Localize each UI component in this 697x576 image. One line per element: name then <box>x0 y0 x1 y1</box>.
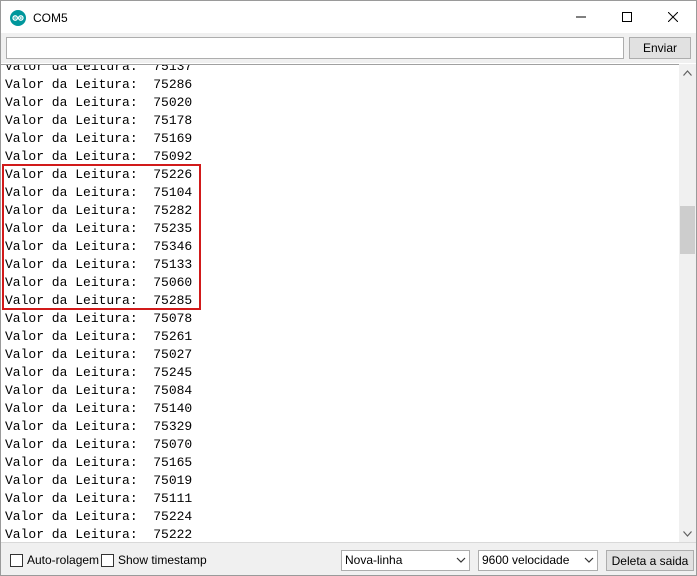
window-title: COM5 <box>33 11 68 25</box>
output-line: Valor da Leitura: 75224 <box>5 509 193 524</box>
clear-output-button[interactable]: Deleta a saida <box>606 550 694 571</box>
autoscroll-checkbox[interactable] <box>10 553 23 567</box>
line-ending-select[interactable]: Nova-linha <box>341 550 470 571</box>
scroll-thumb[interactable] <box>680 206 695 254</box>
maximize-icon <box>622 12 632 22</box>
chevron-up-icon <box>683 69 692 76</box>
vertical-scrollbar[interactable] <box>679 64 696 542</box>
output-line: Valor da Leitura: 75104 <box>5 185 193 200</box>
baud-rate-value: 9600 velocidade <box>482 553 570 567</box>
maximize-button[interactable] <box>604 1 650 33</box>
chevron-down-icon <box>584 557 594 563</box>
output-line: Valor da Leitura: 75346 <box>5 239 193 254</box>
output-line: Valor da Leitura: 75329 <box>5 419 193 434</box>
output-line: Valor da Leitura: 75092 <box>5 149 193 164</box>
output-line: Valor da Leitura: 75285 <box>5 293 193 308</box>
output-line: Valor da Leitura: 75027 <box>5 347 193 362</box>
output-line: Valor da Leitura: 75222 <box>5 527 193 542</box>
output-line: Valor da Leitura: 75140 <box>5 401 193 416</box>
output-line: Valor da Leitura: 75226 <box>5 167 193 182</box>
output-line: Valor da Leitura: 75261 <box>5 329 193 344</box>
timestamp-label: Show timestamp <box>118 553 207 567</box>
autoscroll-toggle[interactable]: Auto-rolagem <box>10 552 99 568</box>
close-icon <box>668 12 678 22</box>
output-lines: Valor da Leitura: 75137 Valor da Leitura:… <box>5 64 193 542</box>
output-line: Valor da Leitura: 75020 <box>5 95 193 110</box>
send-button[interactable]: Enviar <box>629 37 691 59</box>
minimize-button[interactable] <box>558 1 604 33</box>
arduino-icon <box>10 10 26 26</box>
close-button[interactable] <box>650 1 696 33</box>
output-line: Valor da Leitura: 75019 <box>5 473 193 488</box>
send-bar: Enviar <box>1 33 696 63</box>
serial-output[interactable]: Valor da Leitura: 75137 Valor da Leitura:… <box>1 64 679 542</box>
output-line: Valor da Leitura: 75286 <box>5 77 193 92</box>
output-line: Valor da Leitura: 75070 <box>5 437 193 452</box>
output-line: Valor da Leitura: 75137 <box>5 64 193 74</box>
chevron-down-icon <box>456 557 466 563</box>
output-line: Valor da Leitura: 75245 <box>5 365 193 380</box>
output-line: Valor da Leitura: 75165 <box>5 455 193 470</box>
output-line: Valor da Leitura: 75282 <box>5 203 193 218</box>
output-line: Valor da Leitura: 75078 <box>5 311 193 326</box>
output-line: Valor da Leitura: 75111 <box>5 491 193 506</box>
serial-monitor-window: COM5 Enviar Valor da Leitura: 75137 Valor… <box>0 0 697 576</box>
minimize-icon <box>576 16 586 18</box>
output-line: Valor da Leitura: 75084 <box>5 383 193 398</box>
output-line: Valor da Leitura: 75133 <box>5 257 193 272</box>
output-line: Valor da Leitura: 75060 <box>5 275 193 290</box>
chevron-down-icon <box>683 530 692 537</box>
baud-rate-select[interactable]: 9600 velocidade <box>478 550 598 571</box>
send-input[interactable] <box>6 37 624 59</box>
bottom-bar: Auto-rolagem Show timestamp Nova-linha 9… <box>1 542 696 575</box>
scroll-down-button[interactable] <box>679 525 696 542</box>
autoscroll-label: Auto-rolagem <box>27 553 100 567</box>
timestamp-checkbox[interactable] <box>101 553 114 567</box>
output-line: Valor da Leitura: 75235 <box>5 221 193 236</box>
line-ending-value: Nova-linha <box>345 553 403 567</box>
timestamp-toggle[interactable]: Show timestamp <box>101 552 207 568</box>
scroll-up-button[interactable] <box>679 64 696 81</box>
title-bar: COM5 <box>1 1 696 33</box>
output-line: Valor da Leitura: 75178 <box>5 113 193 128</box>
output-line: Valor da Leitura: 75169 <box>5 131 193 146</box>
